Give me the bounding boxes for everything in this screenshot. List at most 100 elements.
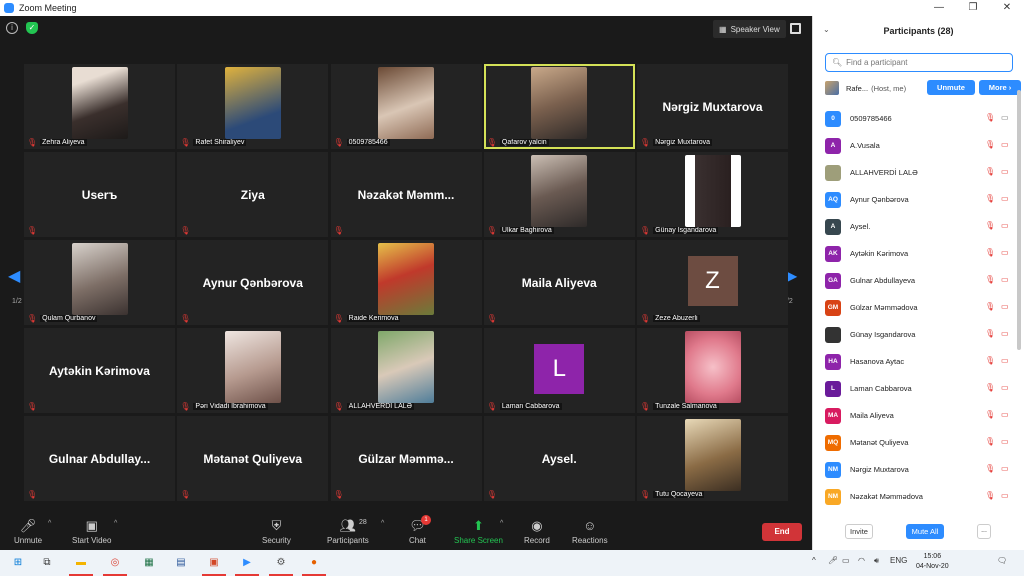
participant-row[interactable]: MQ Mətanət Quliyeva 🎙︎ ▭ — [825, 429, 1015, 456]
close-button[interactable]: ✕ — [990, 0, 1024, 16]
end-meeting-button[interactable]: End — [762, 523, 802, 541]
reactions-button[interactable]: ☺ Reactions — [572, 518, 608, 545]
powerpoint-icon[interactable]: ▣ — [202, 554, 226, 576]
participant-row[interactable]: AQ Aynur Qənbərova 🎙︎ ▭ — [825, 186, 1015, 213]
more-options-button[interactable]: ... — [977, 524, 991, 539]
excel-icon[interactable]: ▦ — [140, 554, 158, 572]
share-options-chevron-icon[interactable]: ^ — [500, 520, 503, 527]
microphone-muted-icon[interactable]: 🎙︎ — [985, 410, 995, 419]
settings-gear-icon[interactable]: ⚙ — [269, 554, 293, 576]
participant-tile[interactable]: 🎙︎ Rafet Shiraliyev — [177, 64, 329, 149]
participant-tile[interactable]: Mətanət Quliyeva 🎙︎ — [177, 416, 329, 501]
participant-row[interactable]: NM Nərgiz Muxtarova 🎙︎ ▭ — [825, 456, 1015, 483]
host-more-button[interactable]: More › — [979, 80, 1021, 95]
maximize-button[interactable]: ❐ — [956, 0, 990, 16]
taskbar-clock[interactable]: 15:06 04-Nov-20 — [916, 552, 949, 572]
previous-page-arrow-icon[interactable]: ◀ — [8, 266, 20, 286]
microphone-muted-icon[interactable]: 🎙︎ — [985, 383, 995, 392]
participant-tile[interactable]: 🎙︎ ALLAHVERDİ LALƏ — [330, 328, 482, 413]
participant-list-scrollbar[interactable] — [1017, 90, 1021, 350]
search-box[interactable]: 🔍︎ — [825, 53, 1013, 72]
video-camera-off-icon[interactable]: ▭ — [1001, 302, 1009, 311]
video-camera-off-icon[interactable]: ▭ — [1001, 167, 1009, 176]
firefox-icon[interactable]: ● — [302, 554, 326, 576]
microphone-muted-icon[interactable]: 🎙︎ — [985, 464, 995, 473]
participant-tile[interactable]: 🎙︎ Raide Kerimova — [330, 240, 482, 325]
participant-row[interactable]: ALLAHVERDİ LALƏ 🎙︎ ▭ — [825, 159, 1015, 186]
start-windows-icon[interactable]: ⊞ — [9, 554, 27, 572]
security-button[interactable]: ⛨ Security — [262, 518, 291, 545]
participant-row[interactable]: 0 0509785466 🎙︎ ▭ — [825, 105, 1015, 132]
video-camera-off-icon[interactable]: ▭ — [1001, 248, 1009, 257]
participant-tile[interactable]: Z 🎙︎ Zeze Abuzerli — [637, 240, 788, 325]
participant-tile[interactable]: Nərgiz Muxtarova 🎙︎ Nərgiz Muxtarova — [637, 64, 788, 149]
participant-tile[interactable]: Userъ 🎙︎ — [24, 152, 175, 237]
microphone-muted-icon[interactable]: 🎙︎ — [985, 167, 995, 176]
video-camera-off-icon[interactable]: ▭ — [1001, 194, 1009, 203]
host-unmute-button[interactable]: Unmute — [927, 80, 975, 95]
video-camera-off-icon[interactable]: ▭ — [1001, 464, 1009, 473]
tray-overflow-icon[interactable]: ^ — [812, 556, 816, 565]
microphone-muted-icon[interactable]: 🎙︎ — [985, 275, 995, 284]
participant-row[interactable]: MA Maila Aliyeva 🎙︎ ▭ — [825, 402, 1015, 429]
participants-chevron-icon[interactable]: ^ — [381, 520, 384, 527]
participant-tile[interactable]: Aytəkin Kərimova 🎙︎ — [24, 328, 175, 413]
participant-tile[interactable]: Maila Aliyeva 🎙︎ — [483, 240, 635, 325]
participant-tile[interactable]: 🎙︎ Qafarov yalcin — [483, 64, 635, 149]
participant-row[interactable]: HA Hasanova Aytac 🎙︎ ▭ — [825, 348, 1015, 375]
video-camera-off-icon[interactable]: ▭ — [1001, 383, 1009, 392]
share-screen-button[interactable]: ⬆ Share Screen — [454, 518, 503, 545]
participant-tile[interactable]: 🎙︎ Pəri Vidadi İbrahimova — [177, 328, 329, 413]
participant-row[interactable]: A A.Vusala 🎙︎ ▭ — [825, 132, 1015, 159]
microphone-muted-icon[interactable]: 🎙︎ — [985, 113, 995, 122]
chrome-icon[interactable]: ◎ — [103, 554, 127, 576]
mute-all-button[interactable]: Mute All — [906, 524, 944, 539]
participant-tile[interactable]: Gülzar Məmmə... 🎙︎ — [330, 416, 482, 501]
microphone-muted-icon[interactable]: 🎙︎ — [985, 491, 995, 500]
video-camera-off-icon[interactable]: ▭ — [1001, 356, 1009, 365]
participant-tile[interactable]: Aysel. 🎙︎ — [483, 416, 635, 501]
participant-tile[interactable]: 🎙︎ Tunzale Salmanova — [637, 328, 788, 413]
microphone-muted-icon[interactable]: 🎙︎ — [985, 356, 995, 365]
participant-row[interactable]: GA Gulnar Abdullayeva 🎙︎ ▭ — [825, 267, 1015, 294]
participant-tile[interactable]: Ziya 🎙︎ — [177, 152, 329, 237]
participant-tile[interactable]: 🎙︎ Günay Isgandarova — [637, 152, 788, 237]
video-camera-off-icon[interactable]: ▭ — [1001, 410, 1009, 419]
video-camera-off-icon[interactable]: ▭ — [1001, 437, 1009, 446]
audio-options-chevron-icon[interactable]: ^ — [48, 520, 51, 527]
search-input[interactable] — [846, 58, 1007, 67]
zoom-taskbar-icon[interactable]: ▶ — [235, 554, 259, 576]
video-camera-off-icon[interactable]: ▭ — [1001, 140, 1009, 149]
speaker-view-button[interactable]: ▦ Speaker View — [713, 20, 786, 38]
info-icon[interactable]: i — [6, 22, 18, 34]
microphone-muted-icon[interactable]: 🎙︎ — [985, 194, 995, 203]
participant-row[interactable]: Günay Isgandarova 🎙︎ ▭ — [825, 321, 1015, 348]
word-icon[interactable]: ▤ — [172, 554, 190, 572]
video-camera-icon[interactable]: ▭ — [1001, 113, 1009, 122]
participant-tile[interactable]: 🎙︎ 0509785466 — [330, 64, 482, 149]
invite-button[interactable]: Invite — [845, 524, 873, 539]
start-video-button[interactable]: ▣ Start Video — [72, 518, 111, 545]
participant-row[interactable]: AK Aytəkin Kərimova 🎙︎ ▭ — [825, 240, 1015, 267]
participant-row[interactable]: GM Gülzar Məmmədova 🎙︎ ▭ — [825, 294, 1015, 321]
participant-tile[interactable]: 🎙︎ Tutu Qocayeva — [637, 416, 788, 501]
participant-tile[interactable]: Nəzakət Məmm... 🎙︎ — [330, 152, 482, 237]
file-explorer-icon[interactable]: ▬ — [69, 554, 93, 576]
unmute-button[interactable]: 🎤︎ Unmute — [14, 518, 42, 545]
video-options-chevron-icon[interactable]: ^ — [114, 520, 117, 527]
fullscreen-icon[interactable] — [790, 23, 801, 34]
participant-row[interactable]: A Aysel. 🎙︎ ▭ — [825, 213, 1015, 240]
participant-row[interactable]: NM Nəzakət Məmmədova 🎙︎ ▭ — [825, 483, 1015, 510]
host-participant-row[interactable]: Rafe... (Host, me) Unmute More › — [825, 79, 1024, 97]
microphone-muted-icon[interactable]: 🎙︎ — [985, 248, 995, 257]
keyboard-language[interactable]: ENG — [890, 556, 907, 565]
participant-tile[interactable]: Aynur Qənbərova 🎙︎ — [177, 240, 329, 325]
participant-tile[interactable]: 🎙︎ Zehra Aliyeva — [24, 64, 175, 149]
minimize-button[interactable]: — — [922, 0, 956, 16]
microphone-muted-icon[interactable]: 🎙︎ — [985, 329, 995, 338]
participant-tile[interactable]: 🎙︎ Qulam Qurbanov — [24, 240, 175, 325]
microphone-muted-icon[interactable]: 🎙︎ — [985, 140, 995, 149]
task-view-icon[interactable]: ⧉ — [38, 554, 56, 572]
microphone-muted-icon[interactable]: 🎙︎ — [985, 221, 995, 230]
video-camera-off-icon[interactable]: ▭ — [1001, 491, 1009, 500]
